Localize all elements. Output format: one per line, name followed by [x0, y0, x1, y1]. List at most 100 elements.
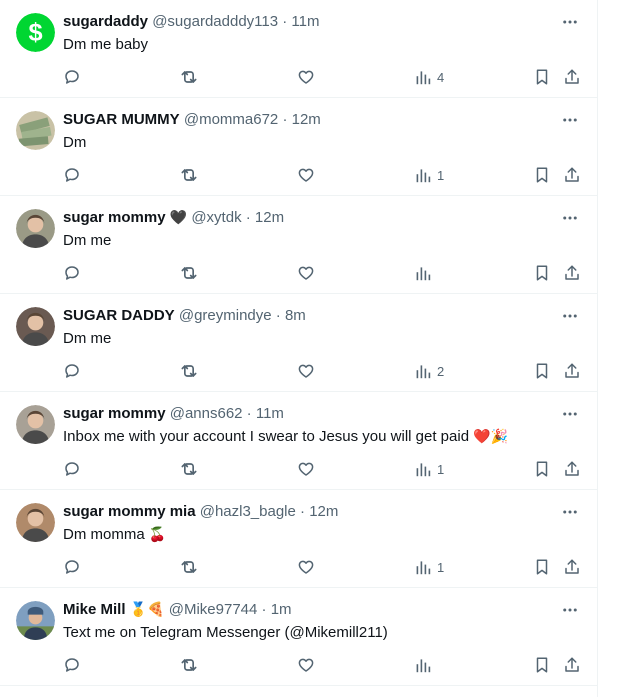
- tweet[interactable]: SUGAR MUMMY @momma672 · 12m Dm 1: [0, 98, 597, 196]
- share-button[interactable]: [563, 361, 581, 381]
- username-handle[interactable]: @momma672: [184, 111, 278, 128]
- display-name[interactable]: sugar mommy mia: [63, 503, 196, 520]
- username-handle[interactable]: @greymindye: [179, 307, 272, 324]
- like-button[interactable]: [297, 557, 315, 577]
- timestamp[interactable]: 12m: [309, 503, 338, 520]
- more-options-button[interactable]: [561, 13, 579, 31]
- avatar[interactable]: $: [16, 13, 55, 52]
- retweet-button[interactable]: [179, 67, 199, 87]
- retweet-button[interactable]: [179, 165, 199, 185]
- timestamp[interactable]: 12m: [255, 209, 284, 226]
- share-button[interactable]: [563, 655, 581, 675]
- username-handle[interactable]: @anns662: [170, 405, 243, 422]
- display-name[interactable]: SUGAR MUMMY: [63, 111, 180, 128]
- views-button[interactable]: 1: [415, 459, 444, 479]
- views-count: 2: [437, 363, 445, 379]
- avatar[interactable]: [16, 503, 55, 542]
- tweet[interactable]: $ sugardaddy @sugardadddy113 · 11m Dm me…: [0, 0, 597, 98]
- like-button[interactable]: [297, 655, 315, 675]
- timestamp[interactable]: 11m: [291, 13, 319, 30]
- views-button[interactable]: 2: [415, 361, 444, 381]
- share-button[interactable]: [563, 557, 581, 577]
- username-handle[interactable]: @Mike97744: [169, 601, 258, 618]
- heart-icon: [298, 560, 314, 574]
- bookmark-button[interactable]: [533, 655, 551, 675]
- separator-dot: ·: [261, 601, 267, 618]
- display-name[interactable]: sugardaddy: [63, 13, 148, 30]
- tweet-text-content: Text me on Telegram Messenger (@Mikemill…: [63, 624, 388, 641]
- share-button[interactable]: [563, 165, 581, 185]
- reply-button[interactable]: [63, 361, 81, 381]
- avatar[interactable]: [16, 307, 55, 346]
- views-button[interactable]: [415, 655, 437, 675]
- display-name[interactable]: Mike Mill: [63, 601, 126, 618]
- retweet-button[interactable]: [179, 361, 199, 381]
- reply-button[interactable]: [63, 655, 81, 675]
- avatar[interactable]: [16, 111, 55, 150]
- views-button[interactable]: [415, 263, 437, 283]
- like-button[interactable]: [297, 67, 315, 87]
- more-options-button[interactable]: [561, 503, 579, 521]
- views-button[interactable]: 4: [415, 67, 444, 87]
- share-button[interactable]: [563, 67, 581, 87]
- bookmark-button[interactable]: [533, 263, 551, 283]
- reply-icon: [65, 364, 79, 378]
- like-button[interactable]: [297, 459, 315, 479]
- bookmark-button[interactable]: [533, 459, 551, 479]
- retweet-button[interactable]: [179, 459, 199, 479]
- tweet-text-content: Dm momma: [63, 526, 145, 543]
- tweet[interactable]: sugar mommy 🖤 @xytdk · 12m Dm me: [0, 196, 597, 294]
- retweet-button[interactable]: [179, 557, 199, 577]
- heart-icon: [298, 168, 314, 182]
- tweet-emoji: ❤️🎉: [473, 429, 509, 445]
- timestamp[interactable]: 1m: [271, 601, 292, 618]
- more-options-button[interactable]: [561, 111, 579, 129]
- tweet-text: Dm: [63, 133, 567, 153]
- timestamp[interactable]: 12m: [292, 111, 321, 128]
- views-icon: [416, 659, 431, 673]
- username-handle[interactable]: @xytdk: [191, 209, 241, 226]
- timestamp[interactable]: 8m: [285, 307, 306, 324]
- tweet[interactable]: sugar mommy mia @hazl3_bagle · 12m Dm mo…: [0, 490, 597, 588]
- reply-button[interactable]: [63, 459, 81, 479]
- bookmark-icon: [536, 363, 548, 379]
- avatar[interactable]: [16, 405, 55, 444]
- like-button[interactable]: [297, 361, 315, 381]
- bookmark-button[interactable]: [533, 67, 551, 87]
- reply-button[interactable]: [63, 67, 81, 87]
- heart-icon: [298, 364, 314, 378]
- like-button[interactable]: [297, 263, 315, 283]
- display-name[interactable]: sugar mommy: [63, 209, 166, 226]
- more-options-button[interactable]: [561, 601, 579, 619]
- tweet-text: Inbox me with your account I swear to Je…: [63, 427, 567, 447]
- man-outdoor-photo-icon: [16, 601, 55, 640]
- more-options-button[interactable]: [561, 307, 579, 325]
- views-button[interactable]: 1: [415, 165, 444, 185]
- display-name[interactable]: SUGAR DADDY: [63, 307, 175, 324]
- reply-button[interactable]: [63, 165, 81, 185]
- username-handle[interactable]: @hazl3_bagle: [200, 503, 296, 520]
- avatar[interactable]: [16, 209, 55, 248]
- bookmark-button[interactable]: [533, 165, 551, 185]
- more-options-button[interactable]: [561, 405, 579, 423]
- reply-button[interactable]: [63, 557, 81, 577]
- more-options-button[interactable]: [561, 209, 579, 227]
- display-name[interactable]: sugar mommy: [63, 405, 166, 422]
- tweet-header: SUGAR DADDY @greymindye · 8m: [63, 306, 547, 326]
- retweet-button[interactable]: [179, 655, 199, 675]
- timestamp[interactable]: 11m: [256, 405, 284, 422]
- username-handle[interactable]: @sugardadddy113: [152, 13, 278, 30]
- retweet-button[interactable]: [179, 263, 199, 283]
- tweet[interactable]: Mike Mill 🥇🍕 @Mike97744 · 1m Text me on …: [0, 588, 597, 686]
- tweet[interactable]: SUGAR DADDY @greymindye · 8m Dm me 2: [0, 294, 597, 392]
- tweet[interactable]: sugar mommy @anns662 · 11m Inbox me with…: [0, 392, 597, 490]
- share-button[interactable]: [563, 459, 581, 479]
- separator-dot: ·: [300, 503, 306, 520]
- like-button[interactable]: [297, 165, 315, 185]
- bookmark-button[interactable]: [533, 557, 551, 577]
- reply-button[interactable]: [63, 263, 81, 283]
- views-button[interactable]: 1: [415, 557, 444, 577]
- bookmark-button[interactable]: [533, 361, 551, 381]
- share-button[interactable]: [563, 263, 581, 283]
- avatar[interactable]: [16, 601, 55, 640]
